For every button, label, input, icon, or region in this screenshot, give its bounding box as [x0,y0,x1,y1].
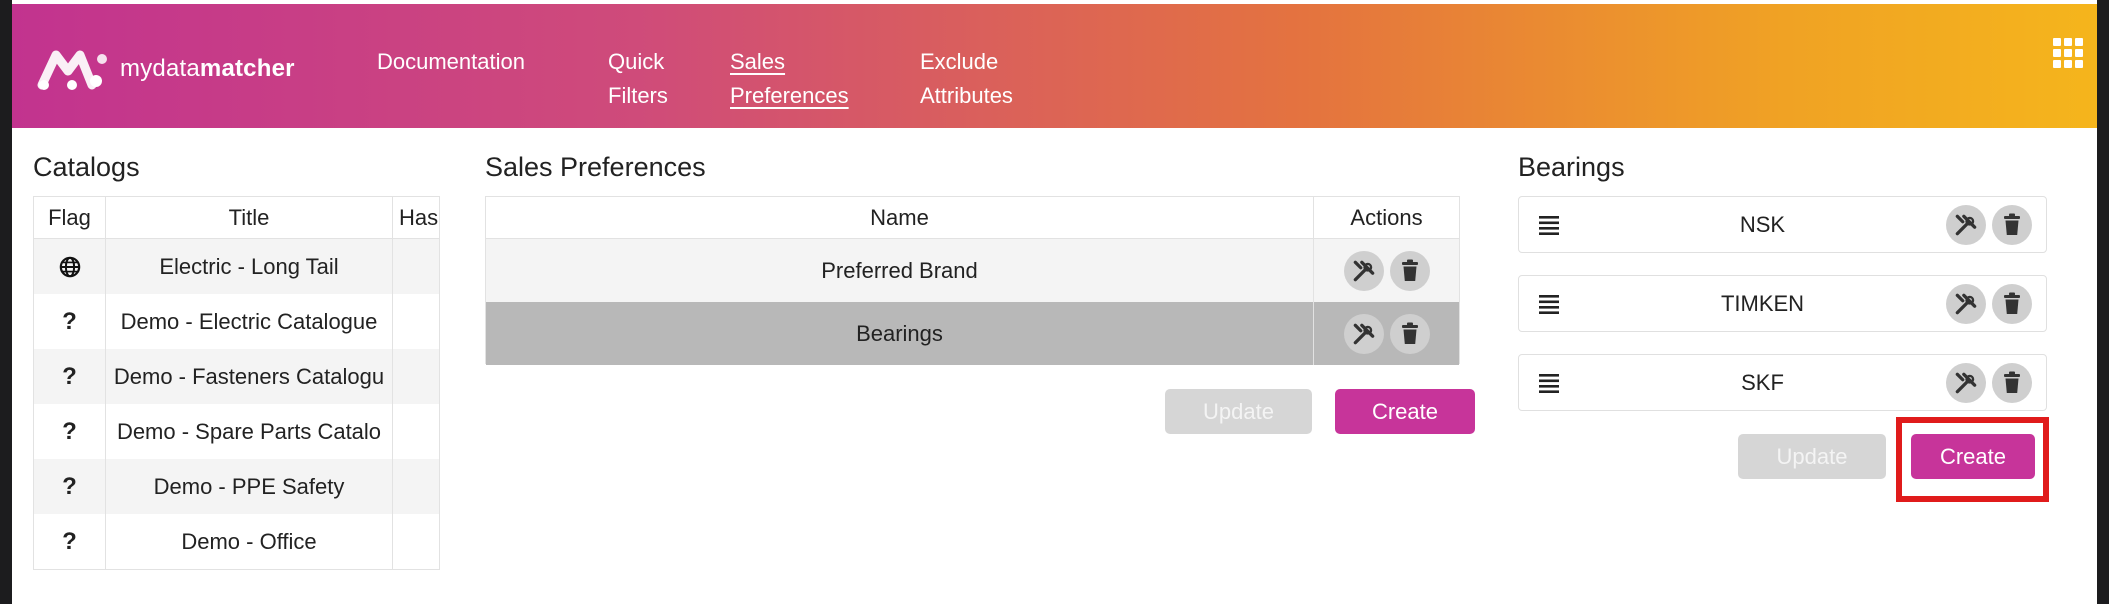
catalogs-table-header: Flag Title Has [34,197,439,239]
nav-sales-preferences[interactable]: Sales Preferences [730,45,849,113]
item-actions [1946,362,2046,403]
has-cell [393,459,439,514]
column-header-title[interactable]: Title [106,197,393,238]
preference-name: Preferred Brand [486,239,1314,302]
preference-name: Bearings [486,302,1314,365]
list-item[interactable]: TIMKEN [1518,275,2047,332]
flag-cell [34,239,106,294]
sales-preferences-table-header: Name Actions [486,197,1459,239]
grid-apps-icon[interactable] [2053,38,2083,68]
bearing-name: NSK [1739,211,1786,237]
trash-icon[interactable] [1992,362,2032,403]
table-row[interactable]: ? Demo - PPE Safety [34,459,439,514]
highlight-box [1896,417,2049,502]
catalog-title: Electric - Long Tail [106,239,393,294]
catalog-title: Demo - Office [106,514,393,569]
nav-quick-filters-line1: Quick [608,49,665,74]
sales-preferences-update-button[interactable]: Update [1165,389,1312,434]
catalog-title: Demo - Fasteners Catalogu [106,349,393,404]
column-header-has[interactable]: Has [393,197,439,238]
trash-icon[interactable] [1992,204,2032,245]
catalog-title: Demo - Spare Parts Catalo [106,404,393,459]
tools-icon[interactable] [1343,250,1384,291]
question-mark-icon: ? [34,349,106,404]
question-mark-icon: ? [34,514,106,569]
bearings-heading: Bearings [1518,152,1625,182]
top-navbar: mydatamatcher Documentation Quick Filter… [12,4,2097,128]
sales-preferences-create-button[interactable]: Create [1335,389,1475,434]
nav-exclude-attributes-line2: Attributes [920,83,1013,108]
trash-icon[interactable] [1389,313,1430,354]
has-cell [393,349,439,404]
table-row[interactable]: Electric - Long Tail [34,239,439,294]
tools-icon[interactable] [1946,204,1986,245]
table-row[interactable]: ? Demo - Electric Catalogue [34,294,439,349]
catalog-title: Demo - Electric Catalogue [106,294,393,349]
table-row[interactable]: ? Demo - Spare Parts Catalo [34,404,439,459]
has-cell [393,239,439,294]
bearings-update-button[interactable]: Update [1738,434,1886,479]
list-item[interactable]: NSK [1518,196,2047,253]
tools-icon[interactable] [1946,283,1986,324]
drag-handle-icon[interactable] [1519,294,1579,314]
globe-icon [59,256,80,277]
table-row[interactable]: ? Demo - Fasteners Catalogu [34,349,439,404]
logo-icon [37,50,107,90]
trash-icon[interactable] [1389,250,1430,291]
column-header-flag[interactable]: Flag [34,197,106,238]
logo[interactable]: mydatamatcher [36,44,295,94]
question-mark-icon: ? [34,404,106,459]
page: mydatamatcher Documentation Quick Filter… [12,0,2097,604]
logo-text: mydatamatcher [120,55,295,82]
row-actions [1314,302,1459,365]
column-header-actions: Actions [1350,204,1423,230]
tools-icon[interactable] [1946,362,1986,403]
item-actions [1946,204,2046,245]
bearing-name: TIMKEN [1720,290,1805,316]
drag-handle-icon[interactable] [1519,373,1579,393]
catalog-title: Demo - PPE Safety [106,459,393,514]
catalogs-table: Flag Title Has Electric - Long Tail ? De… [33,196,440,570]
sales-preferences-heading: Sales Preferences [485,152,706,182]
bearing-name: SKF [1741,369,1784,395]
nav-exclude-attributes-line1: Exclude [920,49,999,74]
nav-quick-filters[interactable]: Quick Filters [608,45,668,113]
has-cell [393,294,439,349]
row-actions [1314,239,1459,302]
item-actions [1946,283,2046,324]
trash-icon[interactable] [1992,283,2032,324]
nav-sales-preferences-line2: Preferences [730,83,849,108]
table-row[interactable]: Preferred Brand [486,239,1459,302]
question-mark-icon: ? [34,294,106,349]
question-mark-icon: ? [34,459,106,514]
tools-icon[interactable] [1343,313,1384,354]
has-cell [393,404,439,459]
table-row[interactable]: ? Demo - Office [34,514,439,569]
table-row[interactable]: Bearings [486,302,1459,365]
list-item[interactable]: SKF [1518,354,2047,411]
sales-preferences-table: Name Actions Preferred Brand Bearings [485,196,1460,365]
drag-handle-icon[interactable] [1519,215,1579,235]
nav-documentation[interactable]: Documentation [377,45,525,79]
column-header-name: Name [486,197,1314,238]
has-cell [393,514,439,569]
catalogs-heading: Catalogs [33,152,140,182]
nav-exclude-attributes[interactable]: Exclude Attributes [920,45,1013,113]
nav-sales-preferences-line1: Sales [730,49,786,74]
nav-documentation-label: Documentation [377,49,525,74]
nav-quick-filters-line2: Filters [608,83,668,108]
